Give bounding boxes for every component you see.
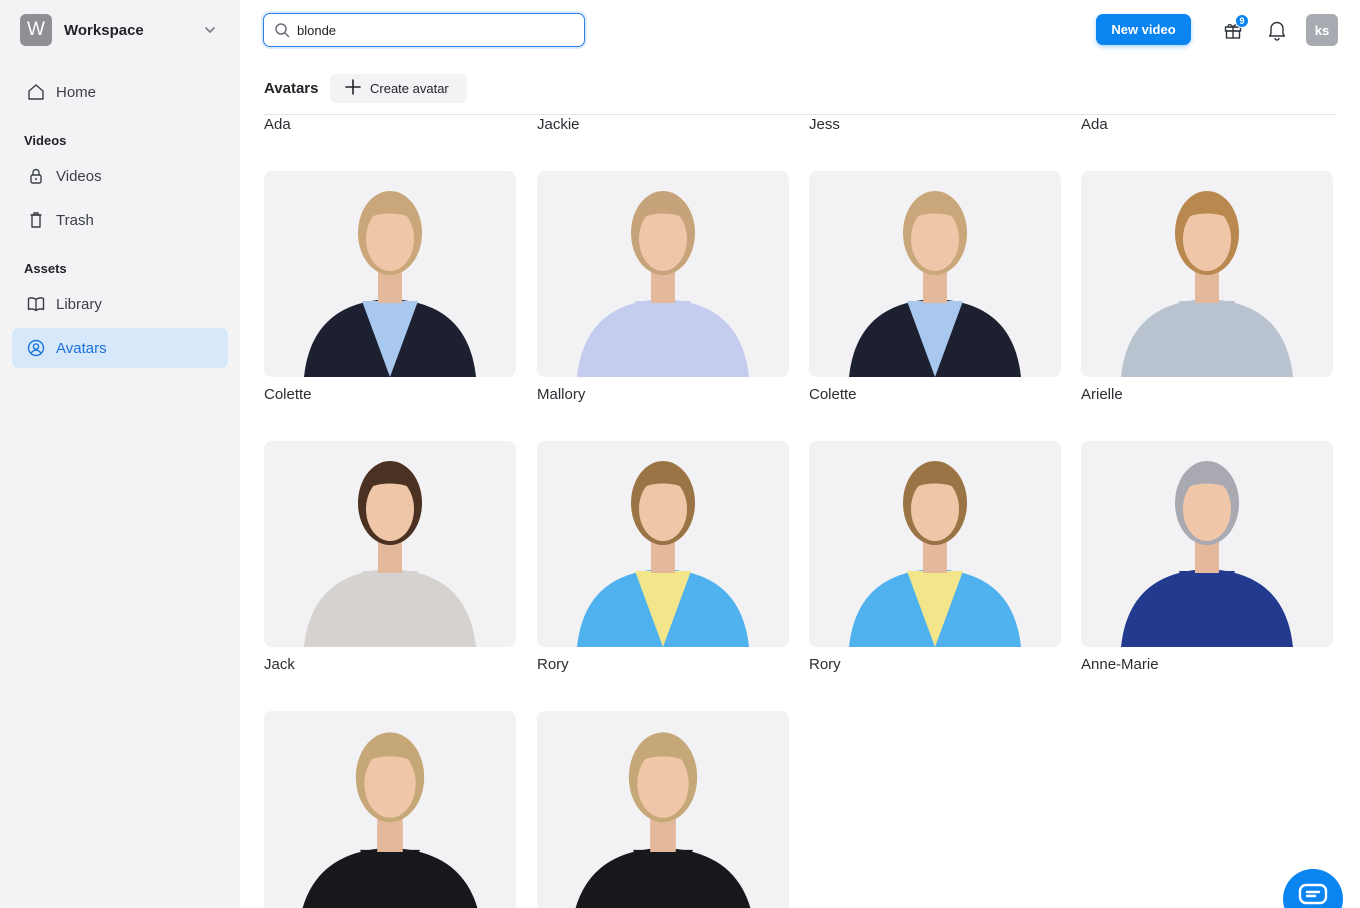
trash-icon xyxy=(26,210,46,230)
sidebar-item-home[interactable]: Home xyxy=(12,72,228,112)
bell-icon[interactable] xyxy=(1267,19,1287,41)
page-title: Avatars xyxy=(264,80,319,97)
workspace-logo: W xyxy=(20,14,52,46)
avatar-name: Anne-Marie xyxy=(1081,656,1159,673)
sidebar-item-library[interactable]: Library xyxy=(12,284,228,324)
avatar-thumbnail xyxy=(1081,171,1333,377)
avatar-card[interactable] xyxy=(809,441,1061,647)
section-heading-assets: Assets xyxy=(24,261,67,276)
app-root: W Workspace Home Videos Videos Trash Ass… xyxy=(0,0,1360,908)
create-avatar-button[interactable]: Create avatar xyxy=(330,74,467,103)
lock-icon xyxy=(26,166,46,186)
avatar-thumbnail xyxy=(537,441,789,647)
workspace-name: Workspace xyxy=(64,21,144,39)
avatar-thumbnail xyxy=(809,171,1061,377)
sidebar-item-videos[interactable]: Videos xyxy=(12,156,228,196)
header-divider xyxy=(264,114,1336,115)
section-heading-videos: Videos xyxy=(24,133,67,148)
sidebar-item-label: Trash xyxy=(56,211,94,229)
avatar-thumbnail xyxy=(264,441,516,647)
search-field[interactable] xyxy=(263,13,585,47)
avatar-thumbnail xyxy=(537,171,789,377)
plus-icon xyxy=(344,78,362,99)
avatar-name: Ada xyxy=(1081,116,1108,133)
avatar-card[interactable] xyxy=(1081,171,1333,377)
avatar-name: Arielle xyxy=(1081,386,1123,403)
avatar-card[interactable] xyxy=(537,441,789,647)
avatar-name: Colette xyxy=(264,386,312,403)
create-avatar-label: Create avatar xyxy=(370,81,449,96)
search-input[interactable] xyxy=(297,22,567,38)
sidebar-item-trash[interactable]: Trash xyxy=(12,200,228,240)
home-icon xyxy=(26,82,46,102)
avatar-thumbnail xyxy=(264,711,516,908)
avatar-name: Mallory xyxy=(537,386,586,403)
avatar-thumbnail xyxy=(1081,441,1333,647)
new-video-button[interactable]: New video xyxy=(1096,14,1191,45)
avatar-name: Ada xyxy=(264,116,291,133)
avatar-thumbnail xyxy=(264,171,516,377)
sidebar-item-label: Home xyxy=(56,83,97,101)
search-icon xyxy=(273,21,291,39)
notification-badge: 9 xyxy=(1235,14,1249,28)
sidebar-item-avatars[interactable]: Avatars xyxy=(12,328,228,368)
chevron-down-icon[interactable] xyxy=(200,20,220,40)
avatar-name: Jack xyxy=(264,656,295,673)
avatar-thumbnail xyxy=(537,711,789,908)
avatar-card[interactable] xyxy=(537,171,789,377)
sidebar-item-label: Library xyxy=(56,295,102,313)
chat-icon xyxy=(1298,883,1328,908)
avatar-name: Rory xyxy=(537,656,569,673)
sidebar-item-label: Videos xyxy=(56,167,102,185)
avatar-card[interactable] xyxy=(264,711,516,908)
avatar-card[interactable] xyxy=(1081,441,1333,647)
sidebar-item-label: Avatars xyxy=(56,339,107,357)
avatar-thumbnail xyxy=(809,441,1061,647)
book-icon xyxy=(26,294,46,314)
chat-support-button[interactable] xyxy=(1283,869,1343,908)
avatar-card[interactable] xyxy=(537,711,789,908)
avatar-card[interactable] xyxy=(264,441,516,647)
avatar-name: Jackie xyxy=(537,116,580,133)
avatar-card[interactable] xyxy=(809,171,1061,377)
avatar-name: Rory xyxy=(809,656,841,673)
workspace-switcher[interactable]: W Workspace xyxy=(20,14,220,46)
avatar-name: Jess xyxy=(809,116,840,133)
sidebar: W Workspace Home Videos Videos Trash Ass… xyxy=(0,0,240,908)
user-avatar[interactable]: ks xyxy=(1306,14,1338,46)
avatar-name: Colette xyxy=(809,386,857,403)
user-circle-icon xyxy=(26,338,46,358)
avatar-card[interactable] xyxy=(264,171,516,377)
